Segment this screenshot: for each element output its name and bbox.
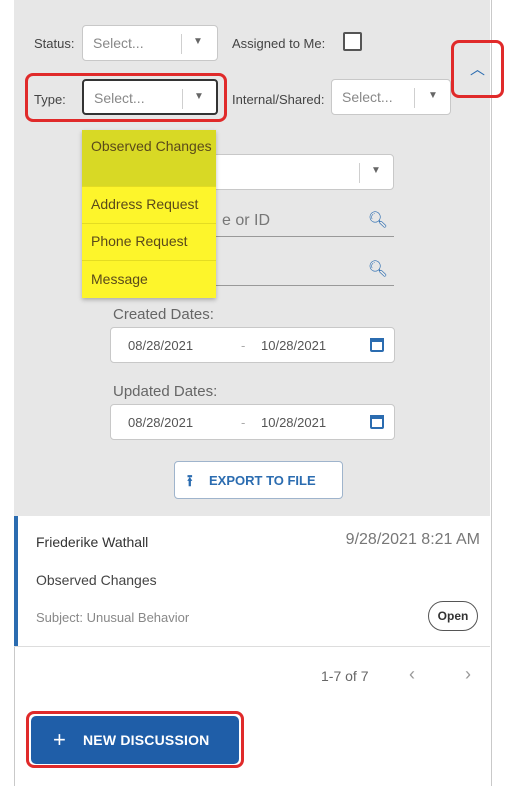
discussion-type: Observed Changes: [36, 572, 157, 588]
created-date-range[interactable]: 08/28/2021 - 10/28/2021: [110, 327, 395, 363]
search-icon[interactable]: 🔍︎: [368, 210, 388, 230]
type-option-message[interactable]: Message: [82, 269, 216, 289]
type-select-divider: [182, 89, 183, 109]
type-label: Type:: [34, 92, 66, 107]
pagination-range: 1-7 of 7: [321, 668, 369, 684]
updated-dates-label: Updated Dates:: [113, 383, 218, 400]
updated-date-range[interactable]: 08/28/2021 - 10/28/2021: [110, 404, 395, 440]
date-separator: -: [241, 415, 246, 430]
date-separator: -: [241, 338, 246, 353]
new-discussion-button[interactable]: + NEW DISCUSSION: [31, 716, 239, 764]
internal-shared-select[interactable]: Select... ▼: [331, 79, 451, 115]
status-select[interactable]: Select... ▼: [82, 25, 218, 61]
upload-icon: ⭱: [187, 473, 193, 490]
type-dropdown-menu: Observed Changes Address Request Phone R…: [82, 130, 216, 298]
type-option-address-request[interactable]: Address Request: [82, 194, 216, 214]
export-label: EXPORT TO FILE: [209, 473, 316, 488]
updated-to-date: 10/28/2021: [261, 415, 327, 430]
dropdown-divider: [82, 186, 216, 187]
list-divider: [14, 646, 490, 647]
type-option-phone-request[interactable]: Phone Request: [82, 231, 216, 251]
open-status-button[interactable]: Open: [428, 601, 478, 631]
new-discussion-label: NEW DISCUSSION: [83, 732, 210, 748]
created-dates-label: Created Dates:: [113, 306, 214, 323]
chevron-down-icon: ▼: [193, 36, 203, 47]
plus-icon: +: [53, 727, 66, 752]
created-to-date: 10/28/2021: [261, 338, 327, 353]
updated-from-date: 08/28/2021: [128, 415, 194, 430]
chevron-up-icon[interactable]: ︿: [470, 58, 485, 79]
search-icon[interactable]: 🔍︎: [368, 259, 388, 279]
chevron-down-icon: ▼: [194, 91, 204, 102]
type-select[interactable]: Select... ▼: [82, 79, 218, 115]
name-search-text: e or ID: [222, 212, 271, 229]
calendar-icon[interactable]: [370, 338, 384, 352]
internal-select-value: Select...: [342, 89, 393, 105]
chevron-down-icon: ▼: [428, 90, 438, 101]
next-page-icon[interactable]: ›: [465, 664, 471, 685]
assigned-to-me-checkbox[interactable]: [343, 32, 362, 51]
export-to-file-button[interactable]: ⭱ EXPORT TO FILE: [174, 461, 343, 499]
dropdown-divider: [82, 260, 216, 261]
assigned-label: Assigned to Me:: [232, 36, 326, 51]
discussion-card[interactable]: Friederike Wathall 9/28/2021 8:21 AM Obs…: [14, 516, 490, 646]
status-select-divider: [181, 34, 182, 54]
calendar-icon[interactable]: [370, 415, 384, 429]
status-label: Status:: [34, 36, 75, 51]
discussion-subject: Subject: Unusual Behavior: [36, 610, 190, 625]
discussion-datetime: 9/28/2021 8:21 AM: [345, 531, 480, 548]
type-select-value: Select...: [94, 90, 145, 106]
type-option-observed-changes[interactable]: Observed Changes: [82, 130, 216, 186]
created-from-date: 08/28/2021: [128, 338, 194, 353]
dropdown-divider: [82, 223, 216, 224]
internal-select-divider: [414, 88, 415, 108]
prev-page-icon[interactable]: ‹: [409, 664, 415, 685]
chevron-down-icon: ▼: [371, 165, 381, 176]
internal-label: Internal/Shared:: [232, 92, 325, 107]
hidden-select-divider: [359, 163, 360, 183]
discussion-author: Friederike Wathall: [36, 534, 149, 550]
status-select-value: Select...: [93, 35, 144, 51]
